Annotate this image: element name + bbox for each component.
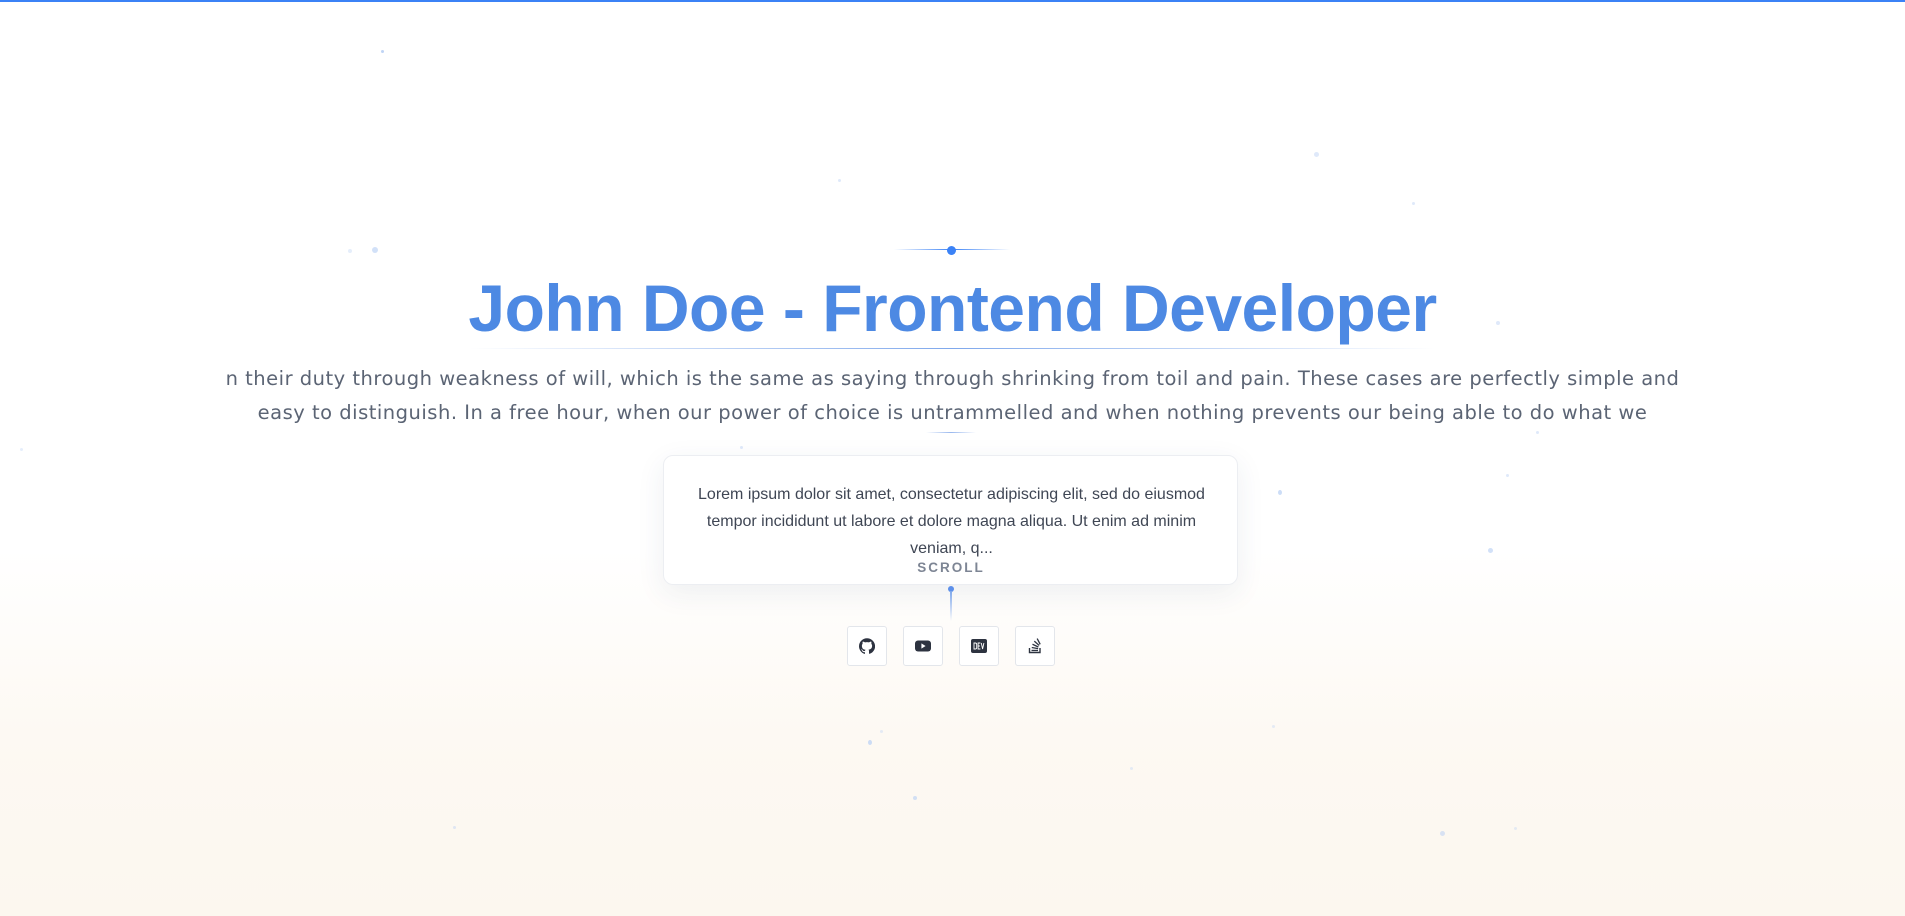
subtitle-accent-line: [926, 432, 976, 433]
github-icon: [859, 638, 875, 654]
background-particle: [1506, 474, 1509, 477]
dev-icon: [971, 639, 987, 653]
background-particle: [1488, 548, 1493, 553]
hero-title: John Doe - Frontend Developer: [468, 271, 1437, 345]
background-particle: [868, 740, 872, 745]
title-underline: [470, 348, 1435, 349]
hero-subtitle: n their duty through weakness of will, w…: [200, 362, 1705, 430]
ornament-dot: [947, 246, 956, 255]
background-particle: [1314, 152, 1319, 157]
background-particle: [1272, 725, 1275, 728]
bio-text: Lorem ipsum dolor sit amet, consectetur …: [698, 486, 1205, 557]
scroll-indicator-line: [950, 591, 952, 621]
background-particle: [372, 247, 378, 253]
background-particle: [348, 249, 352, 253]
background-particle: [1440, 831, 1445, 836]
youtube-icon: [915, 640, 931, 652]
top-accent-bar: [0, 0, 1905, 2]
background-particle: [381, 50, 384, 53]
background-particle: [1536, 431, 1539, 434]
youtube-link[interactable]: [903, 626, 943, 666]
github-link[interactable]: [847, 626, 887, 666]
background-particle: [880, 730, 883, 733]
background-particle: [913, 796, 917, 800]
background-particle: [453, 826, 456, 829]
subtitle-line-2: easy to distinguish. In a free hour, whe…: [257, 401, 1648, 424]
stackoverflow-link[interactable]: [1015, 626, 1055, 666]
background-particle: [1412, 202, 1415, 205]
background-particle: [838, 179, 841, 182]
title-ornament: [894, 246, 1010, 255]
background-particle: [1130, 767, 1133, 770]
dev-link[interactable]: [959, 626, 999, 666]
background-particle: [20, 448, 23, 451]
stackoverflow-icon: [1028, 638, 1041, 654]
background-particle: [1514, 827, 1517, 830]
background-particle: [740, 446, 743, 449]
subtitle-line-1: n their duty through weakness of will, w…: [225, 367, 1680, 390]
background-particle: [1278, 490, 1282, 495]
scroll-indicator-label[interactable]: SCROLL: [0, 560, 1902, 575]
